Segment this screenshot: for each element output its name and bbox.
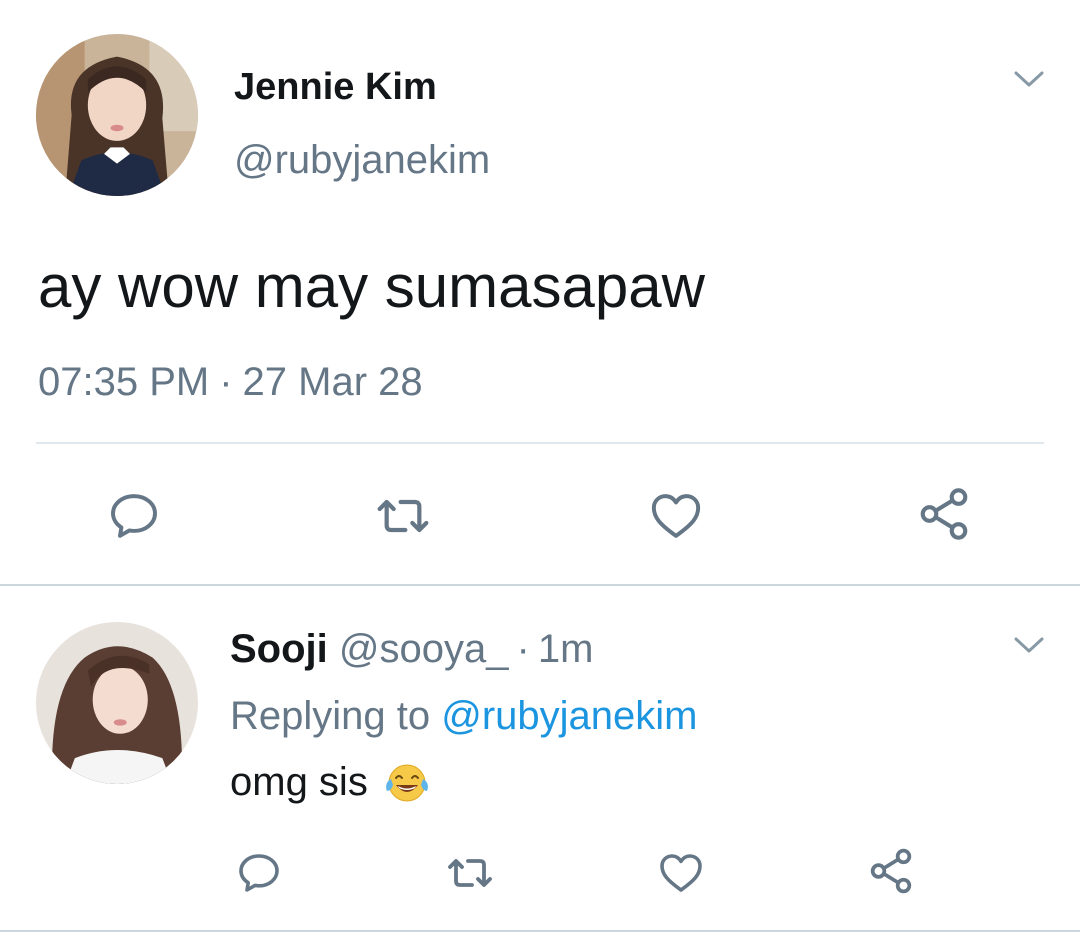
reply-time: 1m <box>537 627 594 671</box>
retweet-button[interactable] <box>368 486 438 546</box>
author-handle[interactable]: @rubyjanekim <box>234 138 490 183</box>
bottom-divider <box>0 930 1080 932</box>
replying-to-link[interactable]: @rubyjanekim <box>441 694 697 738</box>
heart-icon <box>660 854 702 892</box>
reply-reply-button[interactable] <box>232 846 286 900</box>
share-icon <box>870 848 912 894</box>
reply-author-name[interactable]: Sooji <box>230 627 328 671</box>
reply-retweet-button[interactable] <box>440 846 500 900</box>
avatar-photo-icon <box>36 622 198 784</box>
like-button[interactable] <box>646 486 706 546</box>
reply-separator: · <box>516 627 530 671</box>
reply-icon <box>111 494 157 538</box>
chevron-down-icon <box>1014 71 1044 87</box>
reply-author-handle[interactable]: @sooya_ <box>339 627 509 671</box>
section-divider <box>0 584 1080 586</box>
meta-separator: · <box>219 360 233 404</box>
replying-prefix: Replying to <box>230 694 431 738</box>
chevron-down-icon <box>1014 637 1044 653</box>
tweet-time: 07:35 PM <box>38 360 210 404</box>
tweet-text: ay wow may sumasapaw <box>38 253 705 320</box>
retweet-icon <box>448 859 492 887</box>
heart-icon <box>651 494 701 538</box>
reply-like-button[interactable] <box>654 846 708 900</box>
retweet-icon <box>377 499 429 533</box>
reply-icon <box>239 854 279 892</box>
tweet-divider <box>36 442 1044 444</box>
replying-to: Replying to @rubyjanekim <box>230 694 698 739</box>
tweet-date: 27 Mar 28 <box>242 360 423 404</box>
share-icon <box>920 488 968 540</box>
author-name[interactable]: Jennie Kim <box>234 66 437 109</box>
laughing-tears-emoji-icon <box>382 761 432 805</box>
tweet-menu-button[interactable] <box>1012 68 1046 90</box>
share-button[interactable] <box>914 484 974 544</box>
reply-text-content: omg sis <box>230 760 368 804</box>
reply-menu-button[interactable] <box>1012 634 1046 656</box>
tweet-timestamp[interactable]: 07:35 PM · 27 Mar 28 <box>38 360 423 405</box>
reply-text: omg sis <box>230 760 432 805</box>
reply-header: Sooji @sooya_ · 1m <box>230 627 593 672</box>
author-avatar[interactable] <box>36 34 198 196</box>
reply-author-avatar[interactable] <box>36 622 198 784</box>
avatar-photo-icon <box>36 34 198 196</box>
reply-share-button[interactable] <box>864 844 918 898</box>
reply-button[interactable] <box>104 486 164 546</box>
